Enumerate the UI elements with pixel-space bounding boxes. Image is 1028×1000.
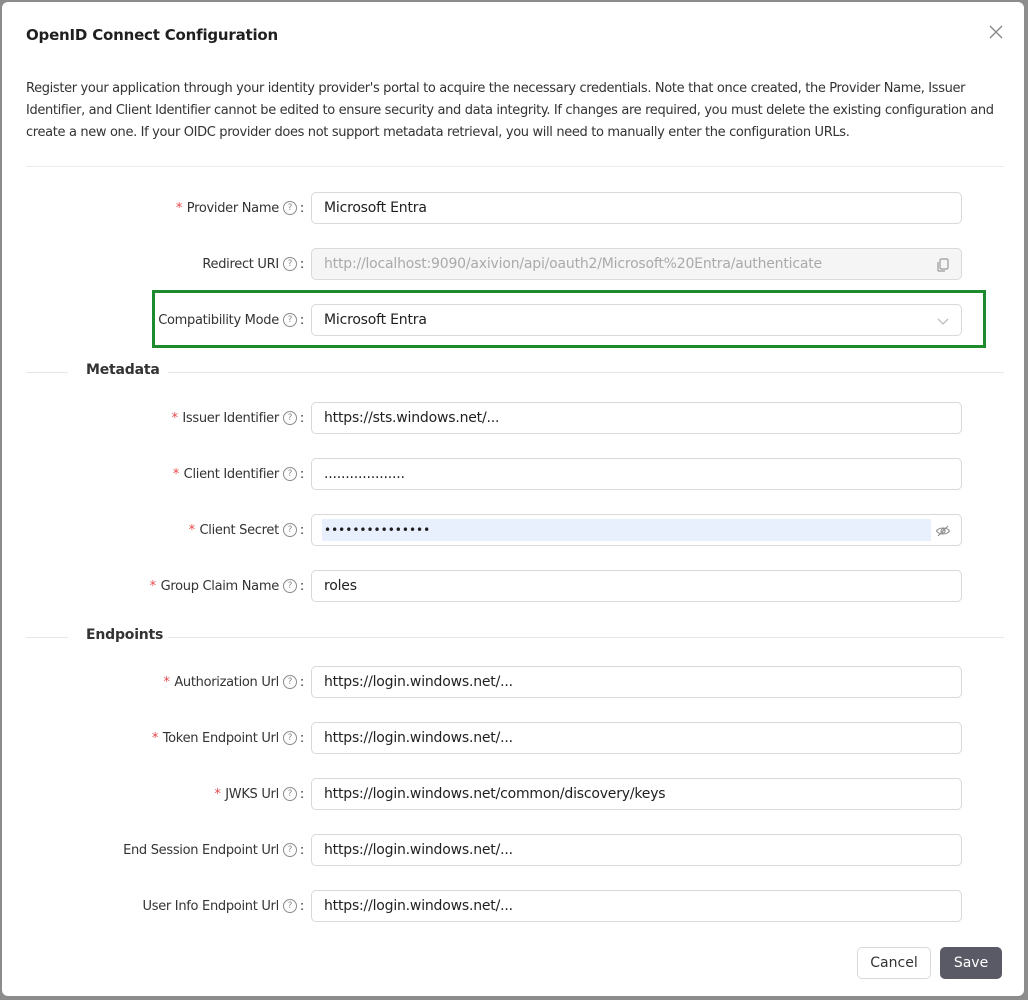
help-icon[interactable]: ?	[282, 843, 297, 857]
token-endpoint-url-input[interactable]: https://login.windows.net/...	[311, 722, 962, 754]
authorization-url-row: * Authorization Url ?: https://login.win…	[2, 666, 1024, 698]
issuer-identifier-label: * Issuer Identifier ?:	[170, 410, 304, 426]
redirect-uri-input: http://localhost:9090/axivion/api/oauth2…	[311, 248, 962, 280]
help-icon[interactable]: ?	[282, 467, 297, 481]
jwks-url-row: * JWKS Url ?: https://login.windows.net/…	[2, 778, 1024, 810]
help-icon[interactable]: ?	[282, 523, 297, 537]
chevron-down-icon	[935, 313, 951, 329]
endpoints-section-header: Endpoints	[26, 627, 1004, 647]
required-marker: *	[151, 730, 159, 746]
help-icon[interactable]: ?	[282, 201, 297, 215]
client-secret-label: * Client Secret ?:	[187, 522, 304, 538]
issuer-identifier-row: * Issuer Identifier ?: https://sts.windo…	[2, 402, 1024, 434]
required-marker: *	[187, 522, 196, 538]
oidc-config-dialog: OpenID Connect Configuration Register yo…	[2, 2, 1024, 996]
close-icon[interactable]	[986, 22, 1006, 42]
client-identifier-label: * Client Identifier ?:	[172, 466, 304, 482]
end-session-endpoint-url-input[interactable]: https://login.windows.net/...	[311, 834, 962, 866]
required-marker: *	[213, 786, 222, 802]
token-endpoint-url-row: * Token Endpoint Url ?: https://login.wi…	[2, 722, 1024, 754]
compatibility-mode-row: Compatibility Mode ?: Microsoft Entra	[2, 304, 1024, 336]
provider-name-input[interactable]: Microsoft Entra	[311, 192, 962, 224]
authorization-url-label: * Authorization Url ?:	[162, 674, 305, 690]
issuer-identifier-input[interactable]: https://sts.windows.net/...	[311, 402, 962, 434]
user-info-endpoint-url-row: User Info Endpoint Url ?: https://login.…	[2, 890, 1024, 922]
group-claim-name-label: * Group Claim Name ?:	[149, 578, 304, 594]
required-marker: *	[175, 200, 183, 216]
token-endpoint-url-label: * Token Endpoint Url ?:	[151, 730, 304, 746]
required-marker: *	[149, 578, 157, 594]
required-marker: *	[162, 674, 171, 690]
help-icon[interactable]: ?	[282, 899, 297, 913]
jwks-url-label: * JWKS Url ?:	[213, 786, 305, 802]
required-marker: *	[172, 466, 180, 482]
help-icon[interactable]: ?	[282, 579, 297, 593]
group-claim-name-input[interactable]: roles	[311, 570, 962, 602]
divider	[26, 166, 1004, 167]
save-button[interactable]: Save	[940, 947, 1002, 979]
redirect-uri-label: Redirect URI ?:	[202, 256, 304, 272]
metadata-section-header: Metadata	[26, 362, 1004, 382]
compatibility-mode-select[interactable]: Microsoft Entra	[311, 304, 962, 336]
redirect-uri-row: Redirect URI ?: http://localhost:9090/ax…	[2, 248, 1024, 280]
help-icon[interactable]: ?	[282, 787, 297, 801]
group-claim-name-row: * Group Claim Name ?: roles	[2, 570, 1024, 602]
client-identifier-input[interactable]: ...................	[311, 458, 962, 490]
compatibility-mode-label: Compatibility Mode ?:	[158, 312, 304, 328]
jwks-url-input[interactable]: https://login.windows.net/common/discove…	[311, 778, 962, 810]
provider-name-row: * Provider Name ?: Microsoft Entra	[2, 192, 1024, 224]
required-marker: *	[170, 410, 179, 426]
help-icon[interactable]: ?	[282, 675, 297, 689]
help-icon[interactable]: ?	[282, 731, 297, 745]
client-secret-row: * Client Secret ?: •••••••••••••••	[2, 514, 1024, 546]
end-session-endpoint-url-label: End Session Endpoint Url ?:	[123, 842, 304, 858]
provider-name-label: * Provider Name ?:	[175, 200, 304, 216]
client-secret-input[interactable]: •••••••••••••••	[311, 514, 962, 546]
end-session-endpoint-url-row: End Session Endpoint Url ?: https://logi…	[2, 834, 1024, 866]
intro-text: Register your application through your i…	[26, 81, 994, 140]
client-identifier-row: * Client Identifier ?: .................…	[2, 458, 1024, 490]
user-info-endpoint-url-input[interactable]: https://login.windows.net/...	[311, 890, 962, 922]
authorization-url-input[interactable]: https://login.windows.net/...	[311, 666, 962, 698]
cancel-button[interactable]: Cancel	[857, 947, 931, 979]
user-info-endpoint-url-label: User Info Endpoint Url ?:	[142, 898, 305, 914]
dialog-title: OpenID Connect Configuration	[26, 26, 279, 44]
help-icon[interactable]: ?	[282, 411, 297, 425]
help-icon[interactable]: ?	[282, 257, 297, 271]
help-icon[interactable]: ?	[282, 313, 297, 327]
eye-invisible-icon[interactable]	[935, 523, 951, 539]
copy-icon[interactable]	[935, 257, 951, 273]
